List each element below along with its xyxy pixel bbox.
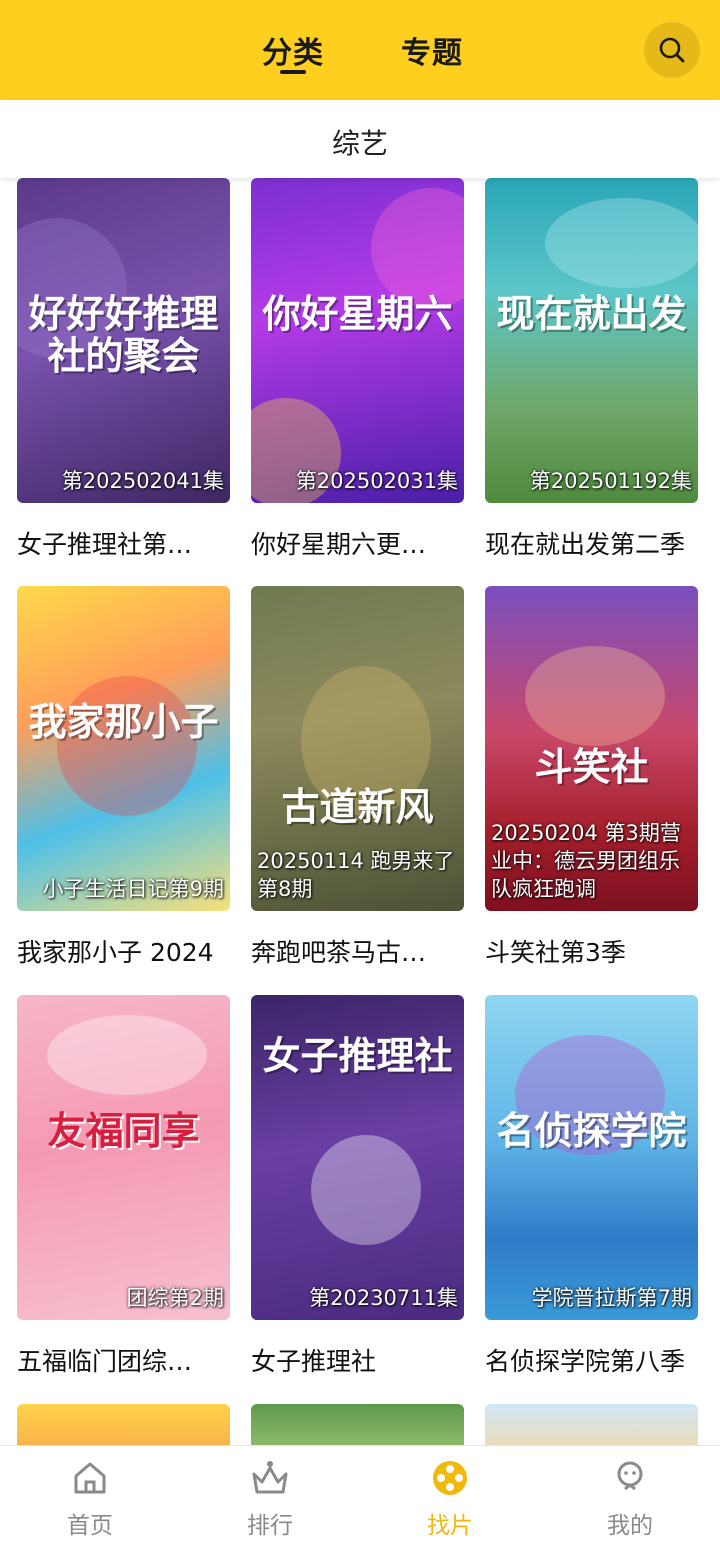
show-poster[interactable]: 斗笑社 20250204 第3期营业中：德云男团组乐队疯狂跑调 (485, 586, 698, 911)
show-title[interactable]: 名侦探学院第八季 (485, 1342, 700, 1378)
tab-category[interactable]: 分类 (262, 28, 324, 72)
nav-home-label: 首页 (67, 1513, 113, 1539)
show-title[interactable]: 你好星期六更… (251, 525, 466, 561)
poster-title-art: 友福同享 (47, 1108, 200, 1153)
show-poster[interactable]: 女子推理社 第20230711集 (251, 995, 464, 1320)
show-poster[interactable]: 现在就出发 第202501192集 (485, 178, 698, 503)
show-title[interactable]: 我家那小子 2024 (17, 933, 232, 969)
episode-badge: 第202502041集 (61, 469, 224, 493)
nav-find-films[interactable]: 找片 (390, 1456, 510, 1540)
episode-badge: 第202501192集 (529, 469, 692, 493)
nav-ranking[interactable]: 排行 (210, 1456, 330, 1540)
show-card[interactable]: 你好星期六 第202502031集 你好星期六更… (251, 178, 464, 561)
show-poster[interactable]: 我家那小子 小子生活日记第9期 (17, 586, 230, 911)
show-card[interactable]: 古道新风 20250114 跑男来了第8期 奔跑吧茶马古… (251, 586, 464, 969)
nav-profile-label: 我的 (607, 1513, 653, 1539)
show-card[interactable]: 现在就出发 第202501192集 现在就出发第二季 (485, 178, 698, 561)
top-header: 分类 专题 (0, 0, 720, 100)
show-poster[interactable]: 你好星期六 第202502031集 (251, 178, 464, 503)
poster-title-art: 你好星期六 (262, 291, 453, 336)
nav-profile[interactable]: 我的 (570, 1456, 690, 1540)
show-poster[interactable]: 好好好推理社的聚会 第202502041集 (17, 178, 230, 503)
profile-icon (617, 1461, 643, 1491)
nav-ranking-label: 排行 (247, 1513, 293, 1539)
show-poster[interactable]: 古道新风 20250114 跑男来了第8期 (251, 586, 464, 911)
episode-badge: 第202502031集 (295, 469, 458, 493)
genre-filter-label[interactable]: 综艺 (0, 122, 720, 162)
poster-title-art: 女子推理社 (262, 1033, 453, 1078)
show-title[interactable]: 现在就出发第二季 (485, 525, 700, 561)
film-reel-icon (433, 1461, 467, 1495)
genre-filter-bar: 综艺 (0, 100, 720, 178)
episode-badge: 学院普拉斯第7期 (531, 1286, 692, 1310)
show-poster[interactable]: 名侦探学院 学院普拉斯第7期 (485, 995, 698, 1320)
poster-title-art: 好好好推理社的聚会 (28, 291, 219, 378)
nav-home[interactable]: 首页 (30, 1456, 150, 1540)
home-icon (74, 1462, 106, 1494)
episode-badge: 20250114 跑男来了第8期 (257, 849, 455, 901)
episode-badge: 第20230711集 (309, 1286, 458, 1310)
show-card[interactable]: 名侦探学院 学院普拉斯第7期 名侦探学院第八季 (485, 995, 698, 1378)
poster-title-art: 现在就出发 (496, 291, 687, 336)
poster-title-art: 我家那小子 (28, 699, 219, 744)
search-icon (659, 37, 685, 63)
active-tab-indicator (280, 70, 306, 74)
poster-title-art: 古道新风 (281, 784, 434, 829)
search-button[interactable] (644, 22, 700, 78)
tab-topics[interactable]: 专题 (401, 28, 463, 72)
show-card[interactable]: 女子推理社 第20230711集 女子推理社 (251, 995, 464, 1378)
show-poster[interactable]: 友福同享 团综第2期 (17, 995, 230, 1320)
bottom-navigation: 首页 排行 找片 我的 (0, 1445, 720, 1552)
show-title[interactable]: 奔跑吧茶马古… (251, 933, 466, 969)
crown-icon (252, 1461, 288, 1494)
poster-title-art: 名侦探学院 (496, 1108, 687, 1153)
poster-title-art: 斗笑社 (534, 744, 649, 789)
episode-badge: 小子生活日记第9期 (42, 877, 224, 901)
show-card[interactable]: 好好好推理社的聚会 第202502041集 女子推理社第… (17, 178, 230, 561)
show-title[interactable]: 五福临门团综… (17, 1342, 232, 1378)
episode-badge: 团综第2期 (126, 1286, 224, 1310)
show-card[interactable]: 斗笑社 20250204 第3期营业中：德云男团组乐队疯狂跑调 斗笑社第3季 (485, 586, 698, 969)
show-card[interactable]: 我家那小子 小子生活日记第9期 我家那小子 2024 (17, 586, 230, 969)
show-card[interactable]: 友福同享 团综第2期 五福临门团综… (17, 995, 230, 1378)
nav-find-films-label: 找片 (427, 1513, 473, 1539)
show-title[interactable]: 女子推理社 (251, 1342, 466, 1378)
show-title[interactable]: 女子推理社第… (17, 525, 232, 561)
show-title[interactable]: 斗笑社第3季 (485, 933, 700, 969)
episode-badge: 20250204 第3期营业中：德云男团组乐队疯狂跑调 (491, 821, 681, 901)
